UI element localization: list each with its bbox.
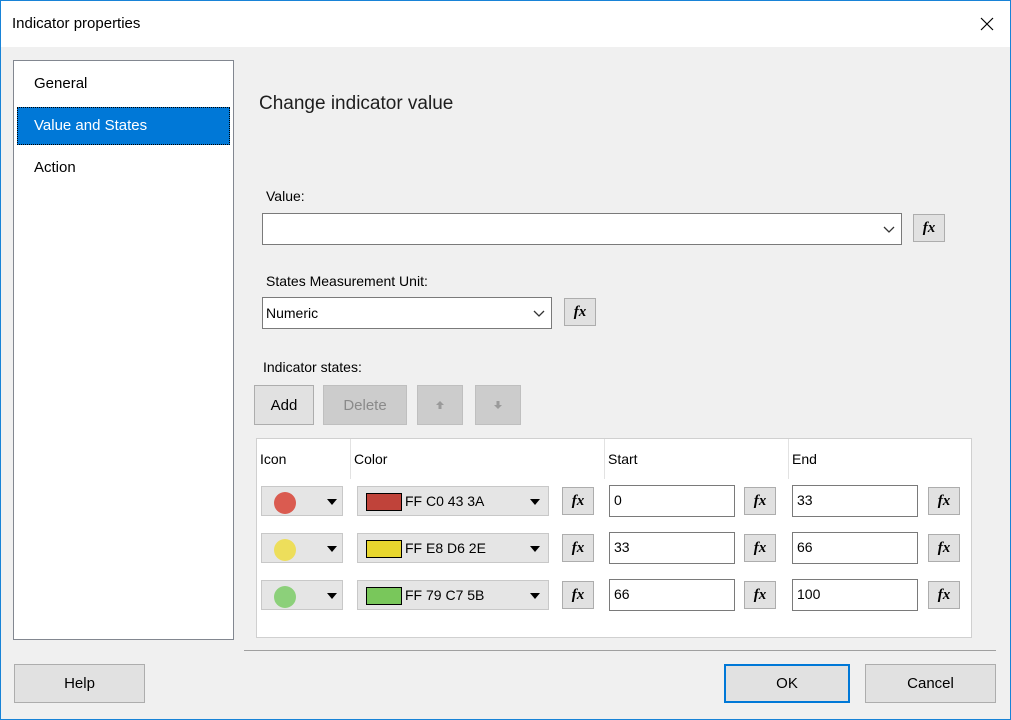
fx-icon: fx [573,303,587,320]
color-expression-button[interactable]: fx [562,581,594,609]
end-field[interactable]: 66 [792,532,918,564]
states-unit-value: Numeric [266,305,319,321]
color-expression-button[interactable]: fx [562,534,594,562]
color-swatch [366,587,402,605]
end-field[interactable]: 33 [792,485,918,517]
fx-icon: fx [937,492,951,509]
column-header-end: End [792,451,817,467]
dialog-title: Indicator properties [12,15,141,32]
sidebar: General Value and States Action [13,60,234,640]
start-field[interactable]: 33 [609,532,735,564]
color-combobox[interactable]: FF 79 C7 5B [357,580,549,610]
icon-combobox[interactable] [261,533,343,563]
delete-state-button[interactable]: Delete [323,385,407,425]
help-button[interactable]: Help [14,664,145,703]
start-field[interactable]: 66 [609,579,735,611]
start-expression-button[interactable]: fx [744,581,776,609]
fx-icon: fx [571,586,585,603]
sidebar-item-value-and-states[interactable]: Value and States [17,107,230,145]
circle-icon [274,492,296,514]
value-label: Value: [266,188,305,204]
states-unit-label: States Measurement Unit: [266,273,428,289]
dialog-window: Indicator properties General Value and S… [0,0,1011,720]
cancel-button[interactable]: Cancel [865,664,996,703]
title-bar: Indicator properties [1,1,1010,47]
dropdown-arrow-icon [327,546,337,552]
unit-expression-button[interactable]: fx [564,298,596,326]
dropdown-arrow-icon [530,546,540,552]
dropdown-arrow-icon [530,593,540,599]
end-expression-button[interactable]: fx [928,487,960,515]
color-value: FF 79 C7 5B [405,587,485,603]
close-button[interactable] [964,1,1010,47]
color-combobox[interactable]: FF E8 D6 2E [357,533,549,563]
color-expression-button[interactable]: fx [562,487,594,515]
icon-combobox[interactable] [261,486,343,516]
sidebar-item-general[interactable]: General [17,65,230,103]
color-swatch [366,493,402,511]
value-combobox[interactable] [262,213,902,245]
icon-combobox[interactable] [261,580,343,610]
fx-icon: fx [571,492,585,509]
fx-icon: fx [571,539,585,556]
color-swatch [366,540,402,558]
dropdown-arrow-icon [327,593,337,599]
end-expression-button[interactable]: fx [928,534,960,562]
arrow-up-icon [436,401,444,409]
chevron-down-icon [533,310,545,317]
end-field[interactable]: 100 [792,579,918,611]
fx-icon: fx [922,219,936,236]
indicator-states-grid: Icon Color Start End FF C0 43 3A fx 0 fx… [256,438,972,638]
add-state-button[interactable]: Add [254,385,314,425]
arrow-down-icon [494,401,502,409]
fx-icon: fx [753,492,767,509]
column-header-color: Color [351,439,605,479]
color-value: FF C0 43 3A [405,493,485,509]
column-header-icon: Icon [257,439,351,479]
value-expression-button[interactable]: fx [913,214,945,242]
close-icon [980,17,994,31]
start-expression-button[interactable]: fx [744,534,776,562]
circle-icon [274,539,296,561]
states-unit-combobox[interactable]: Numeric [262,297,552,329]
move-up-button[interactable] [417,385,463,425]
dropdown-arrow-icon [530,499,540,505]
ok-button[interactable]: OK [724,664,850,703]
fx-icon: fx [753,539,767,556]
chevron-down-icon [883,226,895,233]
end-expression-button[interactable]: fx [928,581,960,609]
footer-divider [244,650,996,651]
move-down-button[interactable] [475,385,521,425]
dropdown-arrow-icon [327,499,337,505]
fx-icon: fx [753,586,767,603]
column-header-start: Start [605,439,789,479]
start-field[interactable]: 0 [609,485,735,517]
color-value: FF E8 D6 2E [405,540,486,556]
sidebar-item-action[interactable]: Action [17,149,230,187]
page-heading: Change indicator value [259,93,454,114]
color-combobox[interactable]: FF C0 43 3A [357,486,549,516]
fx-icon: fx [937,539,951,556]
circle-icon [274,586,296,608]
start-expression-button[interactable]: fx [744,487,776,515]
fx-icon: fx [937,586,951,603]
indicator-states-label: Indicator states: [263,359,362,375]
